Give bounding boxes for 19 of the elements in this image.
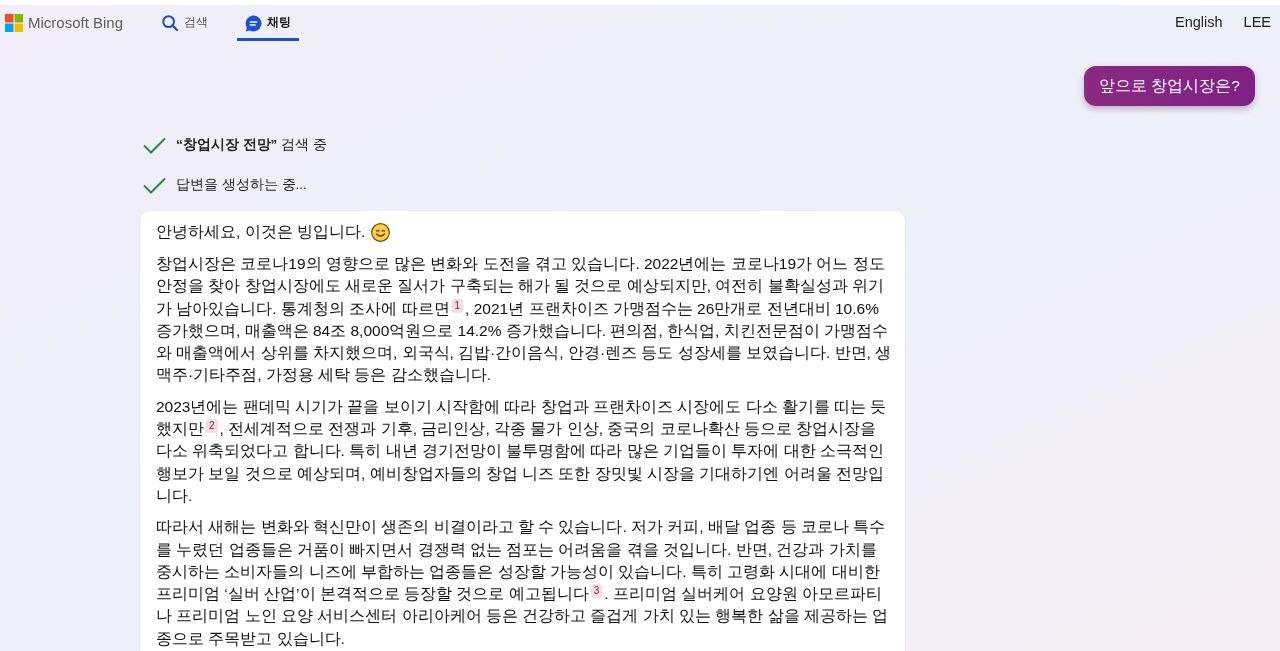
header-link[interactable]: English <box>1175 12 1223 34</box>
greeting-text: 안녕하세요, 이것은 빙입니다. <box>156 222 366 243</box>
nav-tab[interactable]: 검색 <box>157 5 214 41</box>
progress-step-text: “창업시장 전망” 검색 중 <box>176 135 327 154</box>
answer-paragraph: 창업시장은 코로나19의 영향으로 많은 변화와 도전을 겪고 있습니다. 2022년에는 코로나19가 어느 정도 안정을 찾아 창업시장에도 새로운 질서가 구축되는 해가 될 것으로 예상되지만, 여전히 불확실성과 위기가 남아있습니다. 통계청의 조사에 따르면 1 , 2021년 프랜차이즈 가맹점수는 26만개로 전년대비 10.6% 증가했으며, 매출액은 84조 8,000억원으로 14.2% 증가했습니다. 편의점, 한식업, 치킨전문점이 가맹점수와 매출액에서 상위를 차지했으며, 외국식, 김밥·간이음식, 안경·렌즈 등도 성장세를 보였습니다. 반면, 생맥주·기타주점, 가정용 세탁 등은 감소했습니다. <box>156 254 893 386</box>
progress-step-text: 답변을 생성하는 중... <box>176 175 307 194</box>
citation-link[interactable]: 3 <box>590 584 603 599</box>
answer-paragraph: 2023년에는 팬데믹 시기가 끝을 보이기 시작함에 따라 창업과 프랜차이즈 시장에도 다소 활기를 띠는 듯했지만 2 , 전세계적으로 전쟁과 기후, 금리인상, 각종 물가 인상, 중국의 코로나확산 등으로 창업시장을 다소 위축되었다고 합니다. 특히 내년 경기전망이 불투명함에 따라 많은 기업들이 투자에 대한 소극적인 행보가 보일 것으로 예상되며, 예비창업자들의 창업 니즈 또한 장밋빛 시장을 기대하기엔 어려울 전망입니다. <box>156 396 888 506</box>
brand-name: Microsoft Bing <box>28 12 124 33</box>
answer-paragraph: 따라서 새해는 변화와 혁신만이 생존의 비결이라고 할 수 있습니다. 저가 커피, 배달 업종 등 코로나 특수를 누렸던 업종들은 거품이 빠지면서 경쟁력 없는 점포는 어려움을 겪을 것입니다. 반면, 건강과 가치를 중시하는 소비자들의 니즈에 부합하는 업종들은 성장할 가능성이 있습니다. 특히 고령화 시대에 대비한 프리미엄 ‘실버 산업’이 본격적으로 등장할 것으로 예고됩니다 3 . 프리미엄 실버케어 요양원 아모르파티나 프리미엄 노인 요양 서비스센터 아리아케어 등은 건강하고 즐겁게 가치 있는 행복한 삶을 제공하는 업종으로 주목받고 있습니다. <box>156 517 890 649</box>
citation-link[interactable]: 2 <box>206 419 218 434</box>
citation-link[interactable]: 1 <box>451 298 464 313</box>
smiling-face-icon <box>371 222 391 242</box>
windows-logo-icon <box>5 14 23 32</box>
header-link[interactable]: LEE <box>1243 12 1271 34</box>
nav-tab[interactable]: 채팅 <box>237 5 300 41</box>
search-icon <box>162 15 179 31</box>
chat-bubble-icon <box>245 14 263 32</box>
user-message-bubble: 앞으로 창업시장은? <box>1084 66 1255 106</box>
